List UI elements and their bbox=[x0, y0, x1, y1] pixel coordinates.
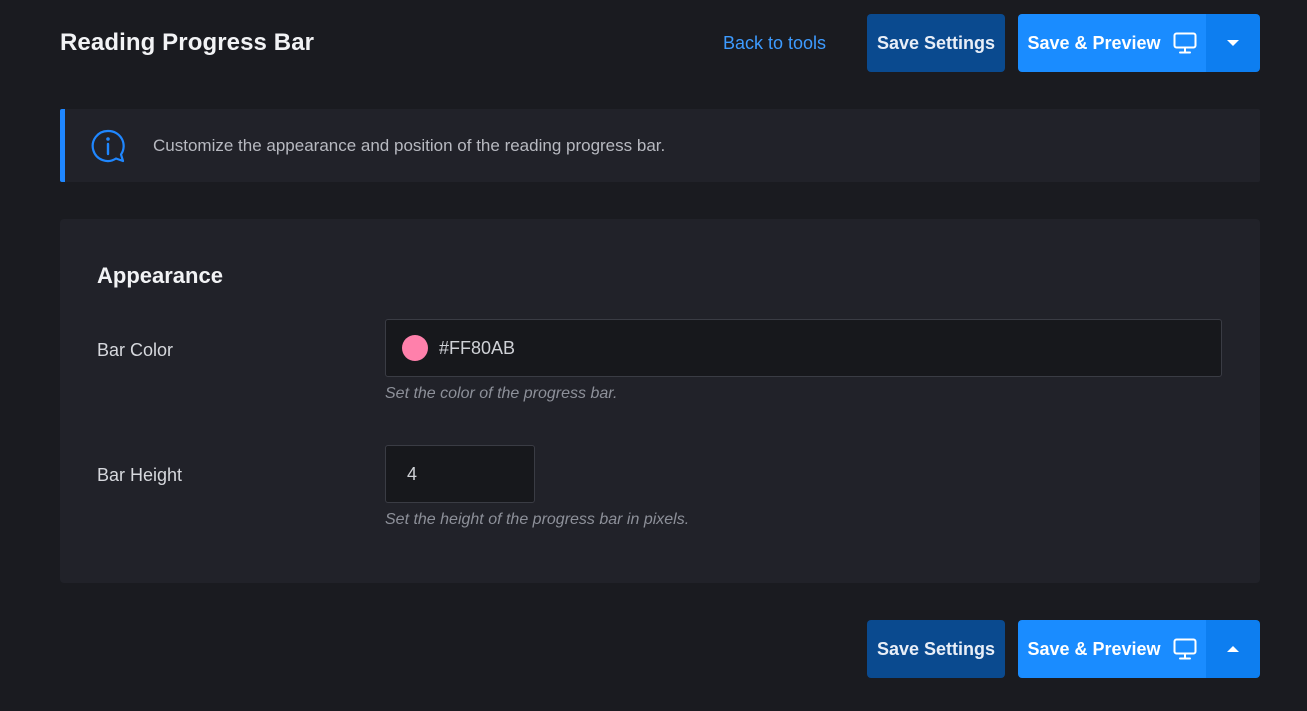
monitor-icon bbox=[1173, 32, 1197, 54]
bar-color-label: Bar Color bbox=[97, 340, 174, 360]
save-preview-split-button: Save & Preview bbox=[1018, 14, 1260, 72]
bar-color-input[interactable]: #FF80AB bbox=[385, 319, 1222, 377]
page: Reading Progress Bar Back to tools Save … bbox=[0, 0, 1307, 711]
footer-actions: Save Settings Save & Preview bbox=[867, 620, 1260, 678]
info-notice: Customize the appearance and position of… bbox=[60, 109, 1260, 182]
footer-save-preview-label: Save & Preview bbox=[1027, 638, 1161, 659]
header-actions: Back to tools Save Settings Save & Previ… bbox=[723, 14, 1260, 72]
caret-up-icon bbox=[1227, 646, 1239, 652]
bar-color-help: Set the color of the progress bar. bbox=[385, 385, 618, 402]
preview-options-dropdown-button[interactable] bbox=[1206, 14, 1260, 72]
bar-color-value: #FF80AB bbox=[439, 337, 516, 358]
section-title: Appearance bbox=[97, 263, 223, 288]
bar-height-input[interactable] bbox=[385, 445, 535, 503]
info-icon bbox=[91, 129, 125, 162]
caret-down-icon bbox=[1227, 40, 1239, 46]
footer-save-preview-split-button: Save & Preview bbox=[1018, 620, 1260, 678]
appearance-card: Appearance Bar Color #FF80AB Set the col… bbox=[60, 219, 1260, 583]
back-to-tools-link[interactable]: Back to tools bbox=[723, 33, 826, 54]
save-preview-button[interactable]: Save & Preview bbox=[1018, 14, 1206, 72]
footer-save-preview-button[interactable]: Save & Preview bbox=[1018, 620, 1206, 678]
header: Reading Progress Bar Back to tools Save … bbox=[60, 14, 1260, 72]
save-preview-label: Save & Preview bbox=[1027, 32, 1161, 53]
footer-preview-options-dropdown-button[interactable] bbox=[1206, 620, 1260, 678]
notice-text: Customize the appearance and position of… bbox=[153, 135, 666, 155]
page-title: Reading Progress Bar bbox=[60, 29, 315, 56]
color-swatch[interactable] bbox=[402, 335, 428, 361]
save-settings-button[interactable]: Save Settings bbox=[867, 14, 1005, 72]
bar-height-help: Set the height of the progress bar in pi… bbox=[385, 511, 690, 528]
bar-height-label: Bar Height bbox=[97, 465, 183, 485]
footer-save-settings-button[interactable]: Save Settings bbox=[867, 620, 1005, 678]
monitor-icon bbox=[1173, 638, 1197, 660]
